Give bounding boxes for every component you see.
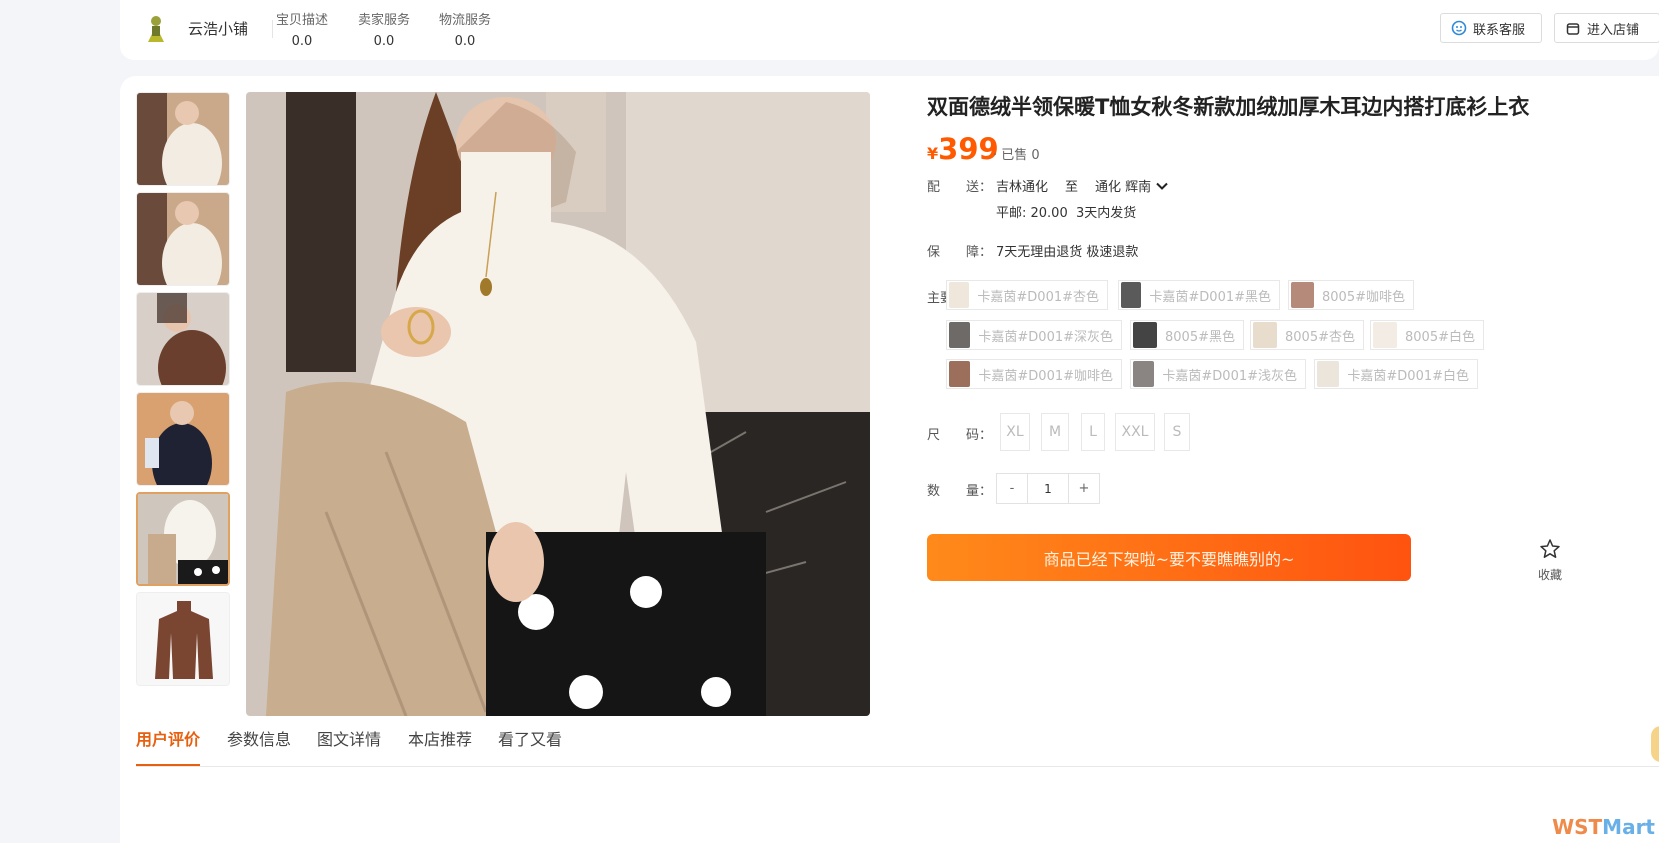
star-icon	[1540, 539, 1560, 558]
color-swatch	[1121, 282, 1142, 308]
tab-divider	[136, 766, 1659, 767]
floating-side-widget[interactable]	[1651, 726, 1659, 762]
product-title: 双面德绒半领保暖T恤女秋冬新款加绒加厚木耳边内搭打底衫上衣	[927, 95, 1530, 119]
favorite-button[interactable]: 收藏	[1530, 538, 1570, 583]
shop-logo	[148, 16, 164, 42]
guarantee-label: 保 障：	[927, 245, 993, 260]
chevron-down-icon	[1156, 182, 1168, 190]
score-service: 卖家服务 0.0	[357, 13, 410, 49]
shop-name[interactable]: 云浩小铺	[188, 18, 248, 39]
size-label: 尺 码：	[927, 428, 993, 443]
score-description: 宝贝描述 0.0	[275, 13, 328, 49]
off-shelf-button[interactable]: 商品已经下架啦~要不要瞧瞧别的~	[927, 534, 1411, 581]
delivery-label: 配 送：	[927, 180, 993, 195]
thumbnail-5-selected[interactable]	[136, 492, 230, 586]
color-swatch	[949, 282, 970, 308]
product-card: 双面德绒半领保暖T恤女秋冬新款加绒加厚木耳边内搭打底衫上衣 ¥399 · 已售 …	[120, 76, 1659, 843]
color-option[interactable]: 8005#白色	[1370, 320, 1484, 350]
quantity-stepper: - 1 +	[996, 473, 1100, 504]
size-option[interactable]: XL	[1000, 413, 1030, 451]
color-swatch	[1373, 322, 1398, 348]
store-icon	[1566, 23, 1580, 35]
tab-details[interactable]: 图文详情	[317, 726, 381, 750]
delivery-from: 吉林通化	[996, 180, 1049, 195]
enter-shop-button[interactable]: 进入店铺	[1554, 13, 1659, 43]
currency-symbol: ¥	[927, 144, 939, 163]
color-swatch	[1291, 282, 1315, 308]
color-option[interactable]: 卡嘉茵#D001#浅灰色	[1130, 359, 1306, 389]
quantity-label: 数 量：	[927, 484, 993, 499]
thumbnail-2[interactable]	[136, 192, 230, 286]
tab-reviews[interactable]: 用户评价	[136, 726, 200, 750]
tab-params[interactable]: 参数信息	[227, 726, 291, 750]
thumbnail-1[interactable]	[136, 92, 230, 186]
customer-service-icon	[1451, 20, 1467, 36]
quantity-input[interactable]: 1	[1027, 474, 1069, 503]
delivery-destination-select[interactable]: 通化 辉南	[1095, 176, 1169, 195]
product-price: ¥399	[927, 132, 999, 166]
color-option[interactable]: 卡嘉茵#D001#杏色	[946, 280, 1108, 310]
color-swatch	[1133, 322, 1158, 348]
size-option[interactable]: XXL	[1115, 413, 1155, 451]
size-option[interactable]: M	[1041, 413, 1069, 451]
quantity-plus-button[interactable]: +	[1069, 474, 1099, 503]
color-swatch	[949, 361, 971, 387]
color-option[interactable]: 卡嘉茵#D001#深灰色	[946, 320, 1122, 350]
delivery-to-word: 至	[1065, 180, 1079, 195]
watermark-logo: WSTMart	[1552, 815, 1655, 839]
color-option[interactable]: 卡嘉茵#D001#黑色	[1118, 280, 1280, 310]
shop-header: 云浩小铺 宝贝描述 0.0 卖家服务 0.0 物流服务 0.0 联系客服 进入店…	[120, 0, 1659, 60]
thumbnail-6[interactable]	[136, 592, 230, 686]
color-swatch	[949, 322, 971, 348]
color-option[interactable]: 8005#杏色	[1250, 320, 1364, 350]
delivery-destination: 通化 辉南	[1095, 180, 1152, 195]
color-option[interactable]: 卡嘉茵#D001#白色	[1314, 359, 1478, 389]
guarantee-text: 7天无理由退货 极速退款	[996, 245, 1139, 260]
score-logistics: 物流服务 0.0	[438, 13, 491, 49]
favorite-label: 收藏	[1537, 568, 1562, 582]
main-product-image[interactable]	[246, 92, 870, 716]
contact-service-button[interactable]: 联系客服	[1440, 13, 1542, 43]
size-option[interactable]: S	[1164, 413, 1190, 451]
enter-shop-label: 进入店铺	[1587, 22, 1640, 38]
shipping-fee: 平邮: 20.00	[996, 206, 1068, 221]
color-option[interactable]: 卡嘉茵#D001#咖啡色	[946, 359, 1122, 389]
tab-also-viewed[interactable]: 看了又看	[498, 726, 562, 750]
sold-count: · 已售 0	[993, 148, 1040, 163]
contact-service-label: 联系客服	[1473, 22, 1526, 38]
thumbnail-4[interactable]	[136, 392, 230, 486]
color-option[interactable]: 8005#黑色	[1130, 320, 1244, 350]
active-tab-indicator	[136, 764, 200, 766]
color-swatch	[1253, 322, 1278, 348]
color-swatch	[1133, 361, 1155, 387]
price-value: 399	[938, 132, 999, 166]
color-swatch	[1317, 361, 1340, 387]
size-option[interactable]: L	[1081, 413, 1105, 451]
tab-shop-recommend[interactable]: 本店推荐	[408, 726, 472, 750]
quantity-minus-button[interactable]: -	[997, 474, 1027, 503]
thumbnail-3[interactable]	[136, 292, 230, 386]
color-option[interactable]: 8005#咖啡色	[1288, 280, 1414, 310]
ship-time: 3天内发货	[1076, 206, 1137, 221]
